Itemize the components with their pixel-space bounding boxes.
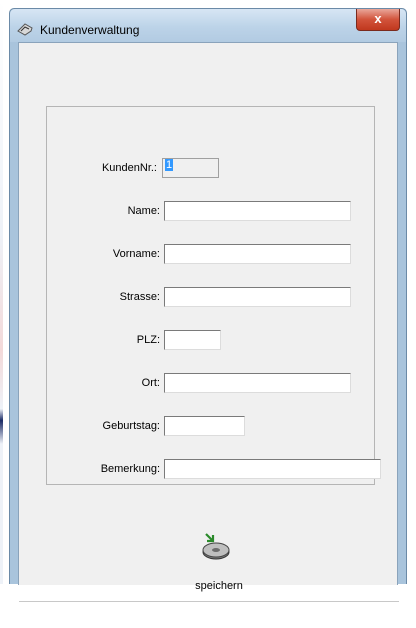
strasse-field[interactable] [164, 287, 351, 307]
app-icon [17, 23, 33, 36]
app-window: Kundenverwaltung x KundenNr.: 1 Name: Vo… [9, 8, 407, 602]
customer-form-group: KundenNr.: 1 Name: Vorname: Strasse: PLZ… [46, 106, 381, 485]
ort-field[interactable] [164, 373, 351, 393]
name-label: Name: [127, 205, 160, 217]
kundennr-value: 1 [165, 159, 174, 171]
bemerkung-field[interactable] [164, 459, 381, 479]
strasse-label: Strasse: [119, 291, 160, 303]
plz-label: PLZ: [136, 334, 160, 346]
close-button[interactable]: x [356, 9, 400, 31]
background-edge [0, 0, 3, 584]
vorname-field[interactable] [164, 244, 351, 264]
kundennr-label: KundenNr.: [101, 162, 157, 174]
geburtstag-field[interactable] [164, 416, 245, 436]
vorname-label: Vorname: [112, 248, 160, 260]
save-disk-icon[interactable] [201, 531, 231, 561]
status-bar [19, 601, 399, 628]
bemerkung-label: Bemerkung: [100, 463, 160, 475]
window-title: Kundenverwaltung [40, 23, 140, 37]
ort-label: Ort: [141, 377, 160, 389]
title-bar[interactable]: Kundenverwaltung x [10, 9, 406, 42]
client-area: KundenNr.: 1 Name: Vorname: Strasse: PLZ… [18, 42, 399, 602]
geburtstag-label: Geburtstag: [102, 420, 160, 432]
name-field[interactable] [164, 201, 351, 221]
plz-field[interactable] [164, 330, 221, 350]
save-button-label[interactable]: speichern [179, 580, 259, 592]
kundennr-field[interactable]: 1 [162, 158, 219, 178]
